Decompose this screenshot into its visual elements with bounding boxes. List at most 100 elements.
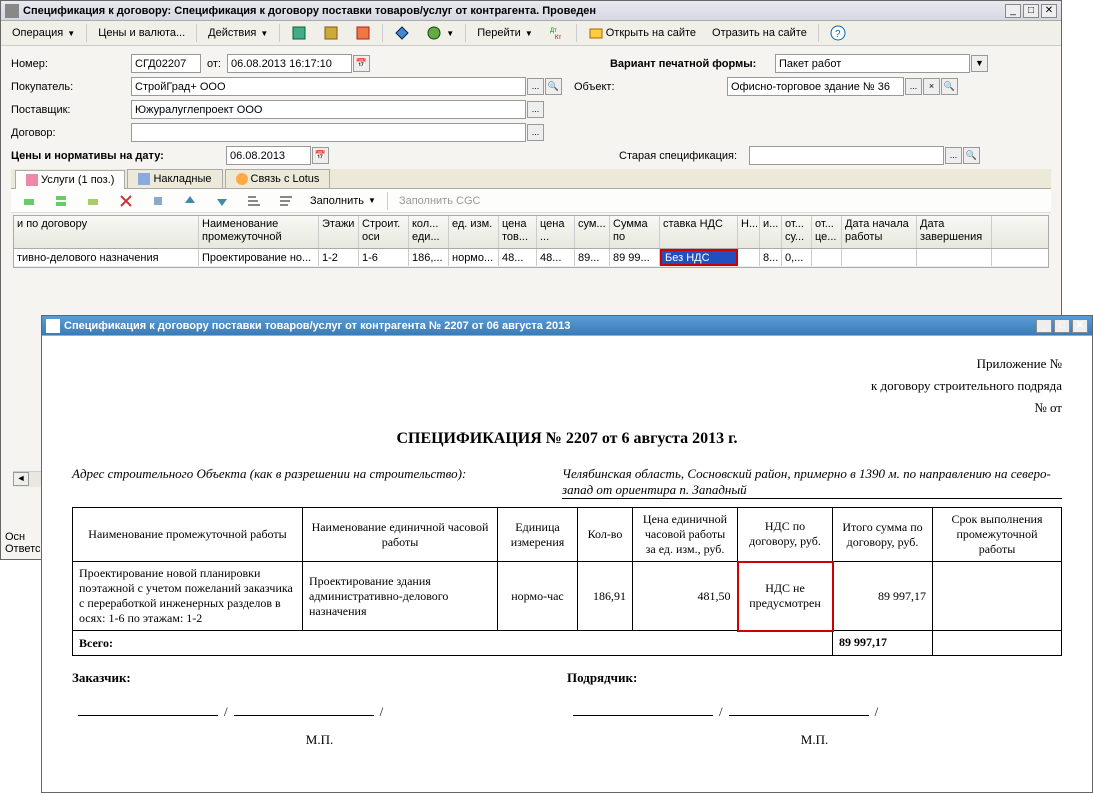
object-label: Объект: [574,81,727,93]
form-area: Номер: СГД02207 от: 06.08.2013 16:17:10 … [1,46,1061,278]
grid-delete-icon[interactable] [111,190,141,212]
buyer-search-icon[interactable]: 🔍 [545,78,562,95]
grid-down-icon[interactable] [207,190,237,212]
actions-menu[interactable]: Действия▼ [201,24,275,42]
variant-label: Вариант печатной формы: [610,58,775,70]
fill-cgc-button[interactable]: Заполнить CGC [392,192,488,210]
col-qty[interactable]: кол... еди... [409,216,449,248]
object-clear-icon[interactable]: × [923,78,940,95]
grid-row[interactable]: тивно-делового назначения Проектирование… [14,249,1048,267]
scroll-left-icon[interactable]: ◄ [13,472,29,486]
vat-cell-highlighted[interactable]: Без НДС [660,249,738,266]
old-spec-select-icon[interactable]: ... [945,147,962,164]
dt-kt-icon[interactable]: ДтКт [542,22,572,44]
goto-menu[interactable]: Перейти▼ [470,24,540,42]
date-picker-icon[interactable]: 📅 [353,55,370,72]
preview-minimize-button[interactable]: _ [1036,319,1052,333]
operation-menu[interactable]: Операция▼ [5,24,82,42]
col-price2[interactable]: цена ... [537,216,575,248]
contract-input[interactable] [131,123,526,142]
toolbar-icon-2[interactable] [316,22,346,44]
buyer-input[interactable]: СтройГрад+ ООО [131,77,526,96]
grid-edit-icon[interactable] [79,190,109,212]
col-name[interactable]: Наименование промежуточной [199,216,319,248]
doc-table-header: Наименование промежуточной работы Наимен… [73,508,1062,562]
minimize-button[interactable]: _ [1005,4,1021,18]
object-input[interactable]: Офисно-торговое здание № 36 [727,77,904,96]
variant-select[interactable]: Пакет работ [775,54,970,73]
col-axes[interactable]: Строит. оси [359,216,409,248]
toolbar-icon-1[interactable] [284,22,314,44]
prices-date-input[interactable]: 06.08.2013 [226,146,311,165]
doc-num-from: № от [72,400,1062,416]
col-vat[interactable]: ставка НДС [660,216,738,248]
svg-text:?: ? [835,29,841,40]
buyer-label: Покупатель: [11,81,131,93]
col-sum2[interactable]: Сумма по [610,216,660,248]
col-start[interactable]: Дата начала работы [842,216,917,248]
window-title: Спецификация к договору: Спецификация к … [23,5,1005,17]
toolbar-icon-3[interactable] [348,22,378,44]
number-label: Номер: [11,58,131,70]
number-input[interactable]: СГД02207 [131,54,201,73]
preview-maximize-button[interactable]: □ [1054,319,1070,333]
document-preview: Приложение № к договору строительного по… [42,336,1092,792]
grid-toolbar: Заполнить▼ Заполнить CGC [11,189,1051,213]
date-input[interactable]: 06.08.2013 16:17:10 [227,54,352,73]
tabs: Услуги (1 поз.) Накладные Связь с Lotus [11,169,1051,189]
tab-invoices[interactable]: Накладные [127,169,222,188]
contract-label: Договор: [11,127,131,139]
open-site-button[interactable]: Открыть на сайте [581,22,703,44]
old-spec-input[interactable] [749,146,944,165]
svg-text:Дт: Дт [550,28,557,34]
supplier-select-icon[interactable]: ... [527,101,544,118]
grid-add2-icon[interactable] [47,190,77,212]
grid-up-icon[interactable] [175,190,205,212]
col-floors[interactable]: Этажи [319,216,359,248]
buyer-select-icon[interactable]: ... [527,78,544,95]
col-i[interactable]: и... [760,216,782,248]
grid-sort1-icon[interactable] [239,190,269,212]
grid-header: и по договору Наименование промежуточной… [14,216,1048,249]
grid-add-icon[interactable] [15,190,45,212]
old-spec-search-icon[interactable]: 🔍 [963,147,980,164]
help-icon[interactable]: ? [823,22,853,44]
close-button[interactable]: ✕ [1041,4,1057,18]
preview-app-icon [46,319,60,333]
preview-titlebar: Спецификация к договору поставки товаров… [42,316,1092,336]
maximize-button[interactable]: □ [1023,4,1039,18]
basis-label: Осн [5,531,40,543]
object-search-icon[interactable]: 🔍 [941,78,958,95]
tab-lotus[interactable]: Связь с Lotus [225,169,331,188]
doc-addr-value: Челябинская область, Сосновский район, п… [562,466,1062,499]
col-sum1[interactable]: сум... [575,216,610,248]
supplier-input[interactable]: Южуралуглепроект ООО [131,100,526,119]
col-contract[interactable]: и по договору [14,216,199,248]
doc-total-row: Всего: 89 997,17 [73,631,1062,656]
prices-date-picker-icon[interactable]: 📅 [312,147,329,164]
preview-close-button[interactable]: ✕ [1072,319,1088,333]
print-preview-window: Спецификация к договору поставки товаров… [41,315,1093,793]
toolbar-icon-4[interactable] [387,22,417,44]
doc-addr-label: Адрес строительного Объекта (как в разре… [72,466,562,499]
col-n[interactable]: Н... [738,216,760,248]
col-price1[interactable]: цена тов... [499,216,537,248]
col-ot2[interactable]: от... це... [812,216,842,248]
variant-dropdown-icon[interactable]: ▼ [971,55,988,72]
col-end[interactable]: Дата завершения [917,216,992,248]
fill-menu[interactable]: Заполнить▼ [303,192,383,210]
tab-services[interactable]: Услуги (1 поз.) [15,170,125,189]
from-label: от: [207,58,221,70]
contract-select-icon[interactable]: ... [527,124,544,141]
col-ot1[interactable]: от... су... [782,216,812,248]
toolbar-icon-5[interactable]: ▼ [419,22,461,44]
services-grid: и по договору Наименование промежуточной… [13,215,1049,268]
prices-currency-button[interactable]: Цены и валюта... [91,24,192,42]
supplier-label: Поставщик: [11,104,131,116]
col-unit[interactable]: ед. изм. [449,216,499,248]
object-select-icon[interactable]: ... [905,78,922,95]
svg-text:Кт: Кт [555,35,561,41]
grid-sort2-icon[interactable] [271,190,301,212]
reflect-site-button[interactable]: Отразить на сайте [705,24,814,42]
grid-copy-icon[interactable] [143,190,173,212]
